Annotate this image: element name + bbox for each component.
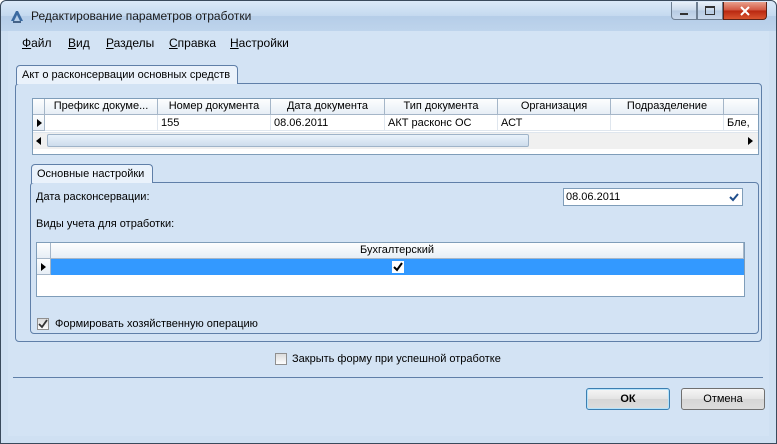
menu-sections[interactable]: Разделы <box>106 36 154 50</box>
menu-bar: Файл Вид Разделы Справка Настройки <box>8 31 769 55</box>
check-icon <box>38 319 48 329</box>
close-icon <box>740 5 750 16</box>
window-title: Редактирование параметров отработки <box>31 9 252 23</box>
close-form-label[interactable]: Закрыть форму при успешной отработке <box>292 353 501 365</box>
document-panel: Префикс докуме... Номер документа Дата д… <box>15 83 762 342</box>
table-cell[interactable] <box>611 115 724 131</box>
divider <box>13 377 763 378</box>
date-label: Дата расконсервации: <box>36 191 150 203</box>
table-row[interactable] <box>51 259 744 275</box>
cancel-button[interactable]: Отмена <box>681 388 765 410</box>
ok-button[interactable]: ОК <box>586 388 670 410</box>
menu-help[interactable]: Справка <box>169 36 216 50</box>
close-button[interactable] <box>723 2 767 20</box>
row-indicator[interactable] <box>37 259 51 275</box>
grid-corner <box>37 243 51 259</box>
column-header-department[interactable]: Подразделение <box>611 99 724 115</box>
scroll-left-icon[interactable] <box>36 137 42 145</box>
maximize-button[interactable] <box>697 2 723 20</box>
column-header-prefix[interactable]: Префикс докуме... <box>45 99 158 115</box>
row-pointer-icon <box>41 263 46 271</box>
maximize-icon <box>705 6 715 15</box>
tab-main-settings[interactable]: Основные настройки <box>31 164 153 183</box>
checkbox-checked-icon[interactable] <box>392 261 404 273</box>
app-icon <box>11 11 23 23</box>
menu-view[interactable]: Вид <box>68 36 90 50</box>
menu-settings[interactable]: Настройки <box>230 36 289 50</box>
minimize-button[interactable] <box>671 2 697 20</box>
table-cell[interactable]: АСТ <box>498 115 611 131</box>
table-cell[interactable]: 155 <box>158 115 271 131</box>
scroll-thumb[interactable] <box>47 134 529 147</box>
settings-panel: Дата расконсервации: 08.06.2011 Виды уче… <box>30 182 759 334</box>
minimize-icon <box>680 12 688 15</box>
table-cell[interactable]: Бле, <box>724 115 758 131</box>
row-pointer-icon <box>37 119 42 127</box>
table-cell[interactable] <box>45 115 158 131</box>
accounting-grid: Бухгалтерский <box>36 242 745 297</box>
close-form-checkbox[interactable] <box>275 353 287 365</box>
table-cell[interactable]: АКТ расконс ОС <box>385 115 498 131</box>
dropdown-check-icon[interactable] <box>729 192 739 202</box>
client-area: Файл Вид Разделы Справка Настройки Акт о… <box>8 31 769 436</box>
scroll-right-icon[interactable] <box>748 137 754 145</box>
tab-document[interactable]: Акт о расконсервации основных средств <box>16 65 238 84</box>
column-header-organization[interactable]: Организация <box>498 99 611 115</box>
documents-grid: Префикс докуме... Номер документа Дата д… <box>32 98 759 155</box>
table-cell[interactable]: 08.06.2011 <box>271 115 385 131</box>
column-header-accounting[interactable]: Бухгалтерский <box>51 243 744 259</box>
form-operation-label[interactable]: Формировать хозяйственную операцию <box>55 318 258 330</box>
title-bar[interactable]: Редактирование параметров отработки <box>1 1 776 31</box>
column-header-date[interactable]: Дата документа <box>271 99 385 115</box>
horizontal-scrollbar[interactable] <box>33 132 758 149</box>
date-value: 08.06.2011 <box>566 191 621 203</box>
grid-corner <box>33 99 45 115</box>
menu-file[interactable]: Файл <box>22 36 52 50</box>
column-header-number[interactable]: Номер документа <box>158 99 271 115</box>
dialog-window: Редактирование параметров отработки Файл… <box>0 0 777 444</box>
form-operation-checkbox[interactable] <box>37 318 49 330</box>
date-field[interactable]: 08.06.2011 <box>563 188 743 206</box>
column-header-extra[interactable] <box>724 99 758 115</box>
column-header-type[interactable]: Тип документа <box>385 99 498 115</box>
row-indicator[interactable] <box>33 115 45 131</box>
accounting-label: Виды учета для отработки: <box>36 218 175 230</box>
